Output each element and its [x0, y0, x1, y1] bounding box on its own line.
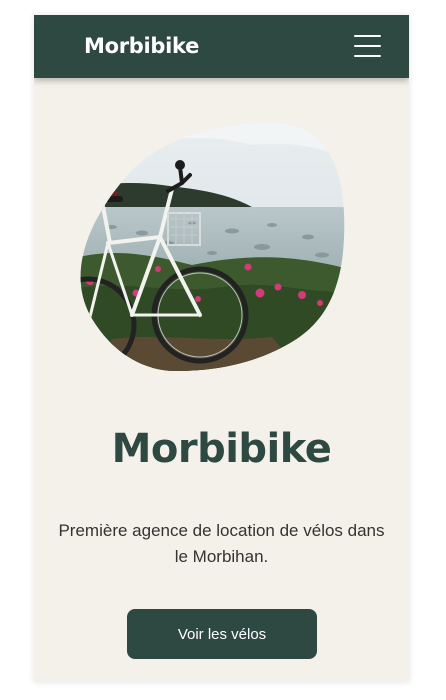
view-bikes-button[interactable]: Voir les vélos — [127, 609, 317, 659]
navbar: Morbibike — [34, 15, 409, 78]
brand-logo[interactable]: Morbibike — [84, 32, 199, 60]
mobile-viewport: Morbibike Morbibike Première agence de l… — [34, 15, 409, 682]
menu-line — [354, 35, 381, 37]
hamburger-menu-icon[interactable] — [354, 33, 382, 59]
menu-line — [354, 55, 381, 57]
hero-bicycle-image — [80, 122, 345, 371]
menu-line — [354, 45, 381, 47]
hero-description: Première agence de location de vélos dan… — [58, 521, 385, 566]
hero-title: Morbibike — [111, 426, 332, 472]
